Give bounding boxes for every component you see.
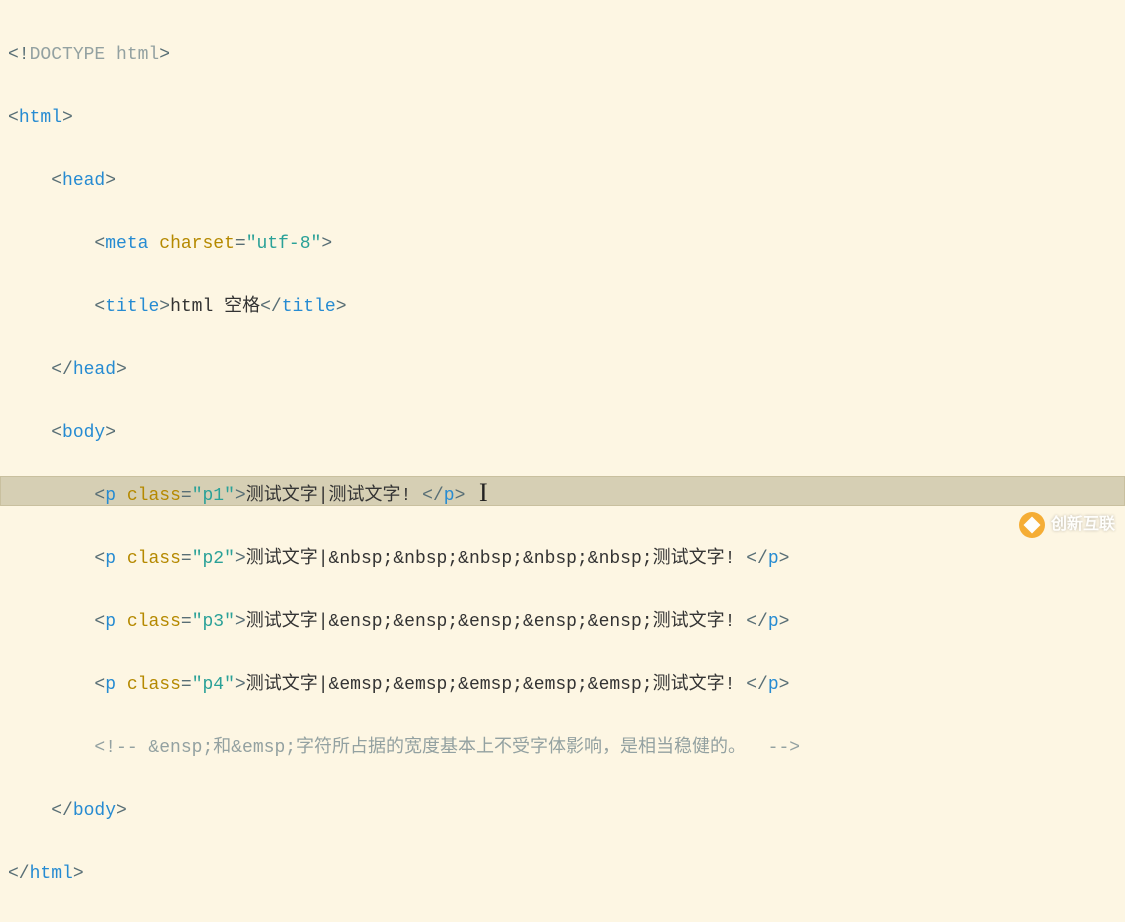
code-line-p4: <p class="p4">测试文字|&emsp;&emsp;&emsp;&em…	[8, 670, 1125, 702]
code-line-body-close: </body>	[8, 796, 1125, 828]
text-cursor-icon: I	[479, 470, 488, 516]
code-line-head-open: <head>	[8, 166, 1125, 198]
code-line-head-close: </head>	[8, 355, 1125, 387]
watermark-text: 创新互联	[1051, 511, 1115, 539]
code-line-comment: <!-- &ensp;和&emsp;字符所占据的宽度基本上不受字体影响，是相当稳…	[8, 733, 1125, 765]
code-line-meta: <meta charset="utf-8">	[8, 229, 1125, 261]
code-line-body-open: <body>	[8, 418, 1125, 450]
code-line-doctype: <!DOCTYPE html>	[8, 40, 1125, 72]
watermark: 创新互联	[1019, 511, 1115, 539]
code-line-p3: <p class="p3">测试文字|&ensp;&ensp;&ensp;&en…	[8, 607, 1125, 639]
code-line-html-close: </html>	[8, 859, 1125, 891]
watermark-logo-icon	[1019, 512, 1045, 538]
code-line-p1: <p class="p1">测试文字|测试文字! </p>	[8, 481, 1125, 513]
code-line-html-open: <html>	[8, 103, 1125, 135]
code-line-title: <title>html 空格</title>	[8, 292, 1125, 324]
code-line-p2: <p class="p2">测试文字|&nbsp;&nbsp;&nbsp;&nb…	[8, 544, 1125, 576]
code-editor[interactable]: <!DOCTYPE html> <html> <head> <meta char…	[8, 8, 1125, 922]
